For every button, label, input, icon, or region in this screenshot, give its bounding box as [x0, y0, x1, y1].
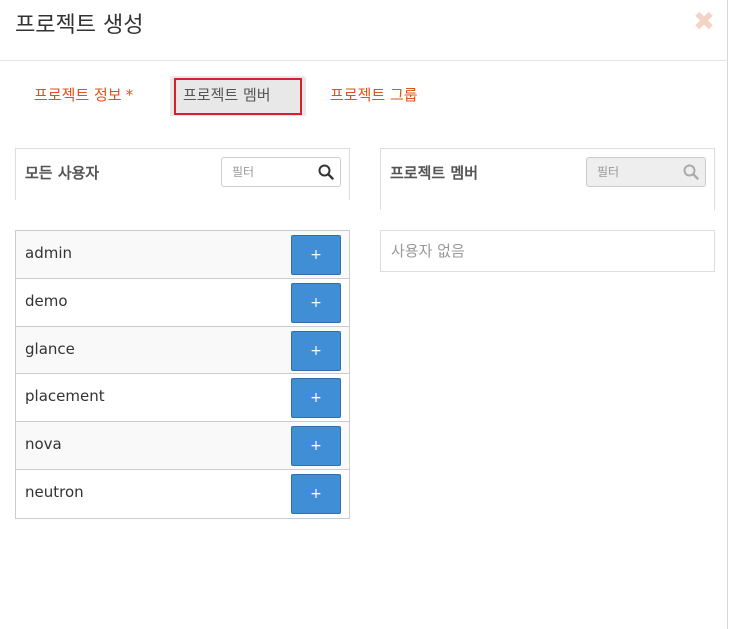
user-row: nova + [16, 422, 349, 470]
add-user-button[interactable]: + [291, 378, 341, 419]
tab-project-info[interactable]: 프로젝트 정보 * [24, 76, 143, 116]
all-users-header: 모든 사용자 [15, 148, 350, 200]
add-user-button[interactable]: + [291, 426, 341, 467]
tab-project-members[interactable]: 프로젝트 멤버 [170, 76, 306, 116]
user-row: admin + [16, 231, 349, 279]
search-icon[interactable] [318, 164, 334, 180]
all-users-list: admin + demo + glance + placement + nova… [15, 230, 350, 519]
user-row: demo + [16, 278, 349, 327]
search-icon [683, 164, 699, 180]
create-project-modal: 프로젝트 생성 ✖ 프로젝트 정보 * 프로젝트 멤버 프로젝트 그룹 모든 사용… [0, 0, 728, 629]
empty-members-text: 사용자 없음 [391, 242, 465, 260]
close-icon[interactable]: ✖ [692, 9, 716, 35]
tab-project-groups-label: 프로젝트 그룹 [330, 86, 418, 104]
project-members-filter [586, 157, 706, 187]
user-name: nova [25, 435, 62, 454]
add-user-button[interactable]: + [291, 282, 341, 323]
user-name: demo [25, 291, 68, 310]
tab-project-groups[interactable]: 프로젝트 그룹 [320, 76, 428, 116]
user-name: placement [25, 387, 105, 406]
all-users-filter [221, 157, 341, 187]
project-members-filter-input [587, 158, 683, 186]
add-user-button[interactable]: + [291, 235, 341, 275]
user-row: neutron + [16, 469, 349, 518]
modal-title: 프로젝트 생성 [15, 13, 144, 38]
project-members-title: 프로젝트 멤버 [390, 164, 479, 182]
modal-header: 프로젝트 생성 ✖ [0, 0, 728, 61]
all-users-title: 모든 사용자 [25, 164, 100, 182]
tab-project-members-label: 프로젝트 멤버 [183, 86, 271, 104]
add-user-button[interactable]: + [291, 473, 341, 514]
user-row: placement + [16, 374, 349, 423]
project-members-list: 사용자 없음 [380, 230, 715, 272]
all-users-filter-input[interactable] [222, 158, 318, 186]
required-marker: * [125, 86, 134, 104]
user-name: neutron [25, 482, 84, 501]
user-row: glance + [16, 326, 349, 375]
project-members-header: 프로젝트 멤버 [380, 148, 715, 210]
tab-project-info-label: 프로젝트 정보 [34, 86, 122, 104]
user-name: glance [25, 339, 75, 358]
add-user-button[interactable]: + [291, 330, 341, 371]
user-name: admin [25, 244, 72, 262]
